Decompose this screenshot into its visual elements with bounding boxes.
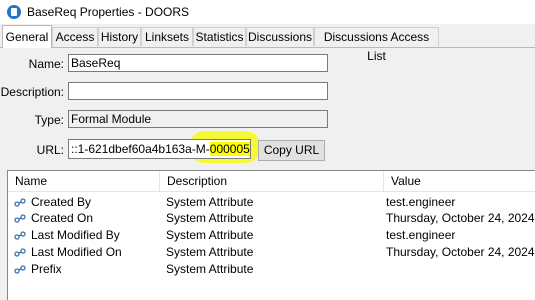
row-name: Last Modified By [31,228,120,242]
title-bar: BaseReq Properties - DOORS [0,0,535,24]
tab-linksets[interactable]: Linksets [141,27,193,46]
attribute-icon [14,265,26,274]
row-value: Thursday, October 24, 2024 [386,211,535,225]
list-header: Name Description Value [8,171,535,192]
attribute-list[interactable]: Name Description Value Created By System… [7,170,535,300]
row-description: System Attribute [166,245,254,259]
row-description: System Attribute [166,195,254,209]
attribute-icon [14,214,26,223]
description-label: Description: [0,85,64,99]
name-row: Name: [0,54,64,74]
column-header-name[interactable]: Name [8,171,160,191]
type-row: Type: [0,110,64,130]
tab-history[interactable]: History [98,27,141,46]
copy-url-button[interactable]: Copy URL [258,140,325,161]
url-value-highlighted: 000005e3 [209,142,250,156]
type-field: Formal Module [68,110,328,128]
description-row: Description: [0,82,64,102]
row-name: Created On [31,211,94,225]
url-label: URL: [36,143,64,157]
tab-access[interactable]: Access [52,27,98,46]
row-name: Last Modified On [31,245,122,259]
tab-discussions[interactable]: Discussions [246,27,314,46]
attribute-icon [14,198,26,207]
tab-discussions-access-list[interactable]: Discussions Access List [314,27,439,63]
row-description: System Attribute [166,211,254,225]
description-field[interactable] [68,82,328,100]
name-field[interactable]: BaseReq [68,54,328,72]
tab-strip: General Access History Linksets Statisti… [0,25,535,63]
row-value: Thursday, October 24, 2024 [386,245,535,259]
column-header-description[interactable]: Description [160,171,384,191]
row-description: System Attribute [166,262,254,276]
row-name: Created By [31,195,92,209]
type-label: Type: [34,113,64,127]
url-value: ::1-621dbef60a4b163a-M- [71,142,210,156]
url-row: URL: [0,140,64,160]
tab-statistics[interactable]: Statistics [193,27,246,46]
row-value: test.engineer [386,228,456,242]
tab-general[interactable]: General [2,25,52,48]
window-title: BaseReq Properties - DOORS [27,5,190,19]
attribute-icon [14,248,26,257]
table-row[interactable]: Created On System Attribute Thursday, Oc… [8,210,535,227]
table-row[interactable]: Created By System Attribute test.enginee… [8,194,535,211]
row-description: System Attribute [166,228,254,242]
name-label: Name: [28,57,64,71]
column-header-value[interactable]: Value [384,171,535,191]
table-row[interactable]: Prefix System Attribute [8,261,535,278]
row-name: Prefix [31,262,62,276]
table-row[interactable]: Last Modified By System Attribute test.e… [8,227,535,244]
row-value: test.engineer [386,195,456,209]
doors-app-icon [7,5,21,19]
url-field[interactable]: ::1-621dbef60a4b163a-M-000005e3 [68,139,251,159]
table-row[interactable]: Last Modified On System Attribute Thursd… [8,244,535,261]
attribute-icon [14,231,26,240]
